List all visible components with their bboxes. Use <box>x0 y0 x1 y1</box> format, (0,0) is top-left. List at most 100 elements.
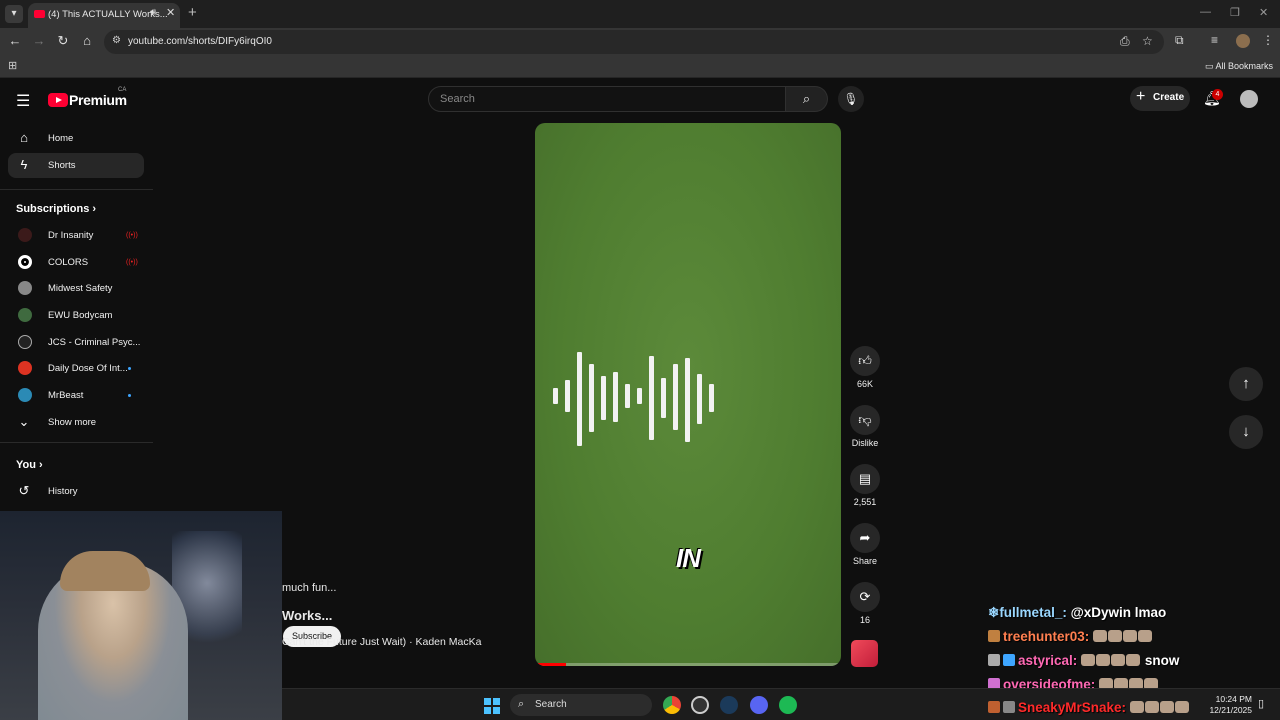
apps-grid-icon[interactable]: ⊞ <box>8 59 17 72</box>
subscriptions-heading[interactable]: Subscriptions › <box>16 203 96 215</box>
chevron-right-icon: › <box>92 203 97 215</box>
channel-avatar <box>18 228 32 242</box>
chrome-app-icon[interactable] <box>663 696 681 714</box>
sidebar-label-history: History <box>48 486 78 497</box>
sidebar-item-subscription[interactable]: Midwest Safety <box>8 276 144 301</box>
back-icon[interactable]: ← <box>6 33 24 48</box>
youtube-favicon-icon <box>34 10 45 18</box>
url-text[interactable]: youtube.com/shorts/DIFy6irqOI0 <box>128 36 272 47</box>
obs-app-icon[interactable] <box>691 696 709 714</box>
comments-button[interactable]: ▤ 2,551 <box>846 464 884 507</box>
subscription-name: JCS - Criminal Psyc... <box>48 337 141 348</box>
remix-count: 16 <box>859 615 870 625</box>
chat-badge-icon <box>988 630 1000 642</box>
hamburger-menu-icon[interactable]: ☰ <box>16 91 30 111</box>
clock-date[interactable]: 12/21/2025 <box>1198 705 1252 715</box>
audio-source-thumbnail[interactable] <box>851 640 878 667</box>
speaker-icon[interactable]: 🔊︎ <box>150 7 156 18</box>
sidebar-item-shorts[interactable]: ϟ Shorts <box>8 153 144 178</box>
minimize-icon[interactable]: — <box>1200 6 1211 18</box>
remix-button[interactable]: ⟳ 16 <box>846 582 884 625</box>
chat-text: @xDywin lmao <box>1070 605 1167 620</box>
spotify-app-icon[interactable] <box>779 696 797 714</box>
media-controls-icon[interactable]: ≡ <box>1211 33 1218 47</box>
voice-search-button[interactable]: 🎙︎ <box>838 86 864 112</box>
video-title[interactable]: Works... <box>282 608 332 623</box>
sidebar-item-home[interactable]: ⌂ Home <box>8 126 144 151</box>
tab-list-button[interactable]: ▾ <box>5 5 23 23</box>
comment-count: 2,551 <box>853 497 877 507</box>
search-input[interactable]: Search <box>428 86 786 112</box>
sidebar-item-subscription[interactable]: Dr Insanity ((•)) <box>8 223 144 248</box>
sidebar-divider <box>0 442 153 443</box>
forward-icon[interactable]: → <box>30 33 48 48</box>
audio-track-label[interactable]: Can't the Future Just Wait) · Kaden MacK… <box>282 636 481 648</box>
logo-text: Premium <box>69 92 127 108</box>
video-caption: IN <box>676 543 701 573</box>
notification-center-icon[interactable]: ▯ <box>1258 697 1264 710</box>
extensions-icon[interactable]: ⧉ <box>1175 33 1184 48</box>
sidebar-item-show-more[interactable]: ⌄ Show more <box>8 410 144 435</box>
chat-emote-icon <box>1081 654 1096 666</box>
windows-start-icon[interactable] <box>484 698 500 714</box>
waveform-bar <box>673 364 678 430</box>
create-button[interactable]: + Create <box>1130 86 1190 111</box>
bookmark-star-icon[interactable]: ☆ <box>1142 34 1153 48</box>
chat-message: ❄fullmetal_: @xDywin lmao <box>988 605 1166 621</box>
chrome-menu-icon[interactable]: ⋮ <box>1262 33 1274 47</box>
waveform-bar <box>613 372 618 422</box>
sidebar-item-subscription[interactable]: Daily Dose Of Int... <box>8 356 144 381</box>
dislike-label: Dislike <box>851 438 879 448</box>
share-button[interactable]: ➦ Share <box>846 523 884 566</box>
sidebar-item-subscription[interactable]: JCS - Criminal Psyc... <box>8 330 144 355</box>
shorts-video-player[interactable]: IN <box>535 123 841 666</box>
youtube-play-icon <box>48 93 68 107</box>
chevron-right-icon: › <box>39 459 43 471</box>
site-info-icon[interactable]: ⚙ <box>112 35 121 46</box>
profile-icon[interactable] <box>1236 34 1250 48</box>
dislike-button[interactable]: 👎︎ Dislike <box>846 405 884 448</box>
sidebar-item-subscription[interactable]: EWU Bodycam <box>8 303 144 328</box>
restore-icon[interactable]: ❐ <box>1230 6 1240 19</box>
sidebar-item-subscription[interactable]: MrBeast <box>8 383 144 408</box>
chat-emote-icon <box>1138 630 1153 642</box>
share-label: Share <box>852 556 878 566</box>
sidebar-item-history[interactable]: ↺ History <box>8 479 144 504</box>
all-bookmarks[interactable]: ▭ All Bookmarks <box>1205 61 1273 72</box>
clock-time[interactable]: 10:24 PM <box>1198 694 1252 704</box>
discord-app-icon[interactable] <box>750 696 768 714</box>
reload-icon[interactable]: ↻ <box>54 33 72 49</box>
close-tab-icon[interactable]: ✕ <box>166 6 175 19</box>
sidebar-divider <box>0 189 153 190</box>
previous-short-button[interactable]: ↑ <box>1229 367 1263 401</box>
window-close-icon[interactable]: ✕ <box>1259 6 1268 19</box>
waveform-bar <box>685 358 690 442</box>
steam-app-icon[interactable] <box>720 696 738 714</box>
active-tab[interactable]: (4) This ACTUALLY Works... 🔊︎ ✕ <box>28 3 180 28</box>
waveform-bar <box>577 352 582 446</box>
install-app-icon[interactable]: ⎙ <box>1120 34 1130 49</box>
new-tab-button[interactable]: + <box>188 4 197 21</box>
progress-bar[interactable] <box>535 663 841 666</box>
next-short-button[interactable]: ↓ <box>1229 415 1263 449</box>
taskbar-search[interactable]: ⌕ Search <box>510 694 652 716</box>
account-avatar[interactable] <box>1240 90 1258 108</box>
waveform-bar <box>697 374 702 424</box>
video-description[interactable]: much fun... <box>282 582 336 594</box>
like-count: 66K <box>856 379 873 389</box>
subscriptions-heading-label: Subscriptions <box>16 203 90 215</box>
you-heading[interactable]: You › <box>16 459 43 471</box>
subscription-name: MrBeast <box>48 390 84 401</box>
waveform-bar <box>709 384 714 412</box>
address-bar[interactable]: ⚙ youtube.com/shorts/DIFy6irqOI0 ⎙ ☆ <box>104 30 1164 54</box>
subscription-name: Midwest Safety <box>48 283 113 294</box>
search-button[interactable]: ⌕ <box>786 86 828 112</box>
channel-avatar <box>18 335 32 349</box>
sidebar-item-subscription[interactable]: COLORS ((•)) <box>8 250 144 275</box>
chat-username: SneakyMrSnake: <box>1018 700 1127 715</box>
waveform-bar <box>553 388 558 404</box>
waveform-bar <box>601 376 606 420</box>
chat-message: astyrical: snow <box>988 653 1179 668</box>
like-button[interactable]: 👍︎ 66K <box>846 346 884 389</box>
home-icon[interactable]: ⌂ <box>78 33 96 48</box>
